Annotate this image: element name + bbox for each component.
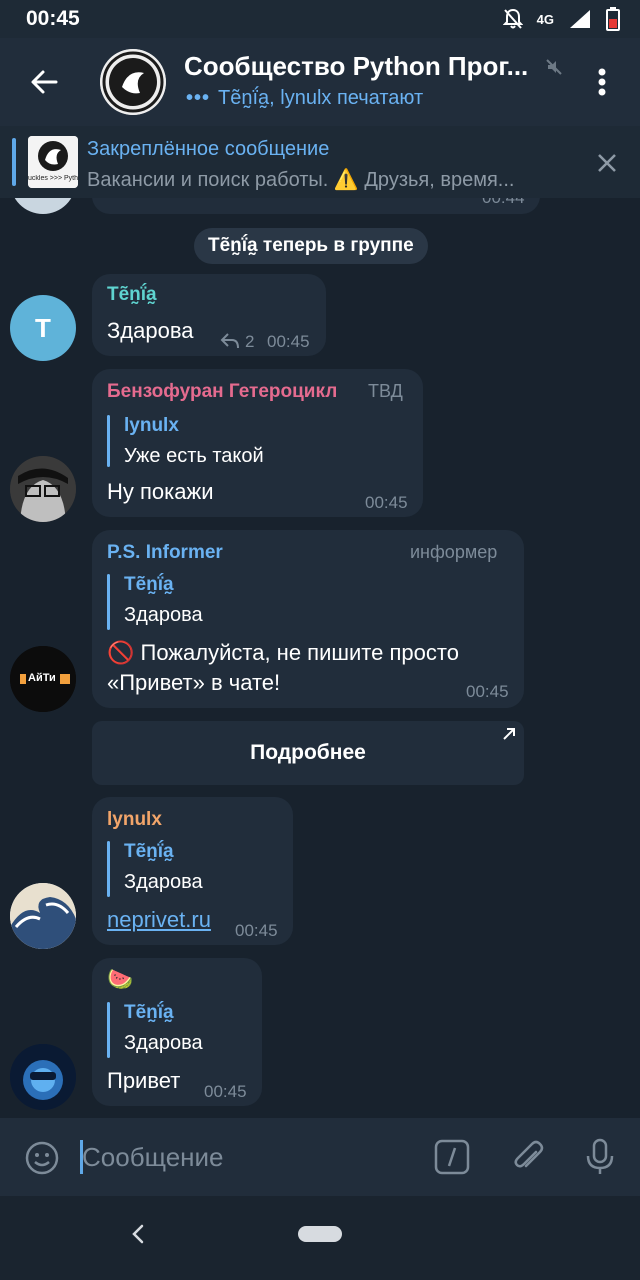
pinned-message[interactable]: uckles >>> Python Закреплённое сообщение… [0, 126, 640, 198]
message-composer [0, 1118, 640, 1196]
external-link-icon [503, 728, 515, 740]
reply-text[interactable]: Уже есть такой [124, 445, 264, 468]
message-text: Здарова [107, 318, 194, 343]
avatar[interactable] [10, 883, 76, 949]
message-text: Ну покажи [107, 479, 214, 504]
attach-icon[interactable] [510, 1138, 546, 1181]
sender-name[interactable]: lynulx [107, 809, 162, 831]
microphone-icon[interactable] [584, 1138, 616, 1181]
message-time: 00:45 [204, 1082, 247, 1101]
reply-indicator [107, 415, 110, 467]
reply-sender[interactable]: lynulx [124, 415, 179, 437]
pinned-indicator [12, 138, 16, 186]
nav-back-icon[interactable] [126, 1220, 150, 1253]
pinned-text: Вакансии и поиск работы. ⚠️ Друзья, врем… [87, 169, 515, 191]
status-icons: 4G [502, 6, 620, 32]
message-bubble[interactable]: P.S. Informer информер Tẽn̰ḯa̰ Здарова 🚫… [92, 530, 524, 708]
message-bubble[interactable]: Tẽn̰ḯa̰ Здарова 2 00:45 [92, 274, 326, 356]
system-navigation-bar [0, 1196, 640, 1280]
emoji-icon[interactable] [24, 1140, 60, 1181]
back-arrow-icon[interactable] [22, 60, 66, 104]
reply-indicator [107, 841, 110, 897]
reply-text[interactable]: Здарова [124, 604, 203, 627]
sender-name[interactable]: P.S. Informer [107, 542, 223, 564]
reply-text[interactable]: Здарова [124, 1032, 203, 1055]
nav-home-pill[interactable] [298, 1226, 342, 1242]
message-input[interactable] [82, 1138, 412, 1176]
member-title: ТВД [368, 381, 403, 401]
group-avatar[interactable] [100, 49, 166, 115]
bot-commands-icon[interactable] [434, 1139, 470, 1180]
notifications-off-icon [502, 8, 523, 29]
status-bar: 00:45 4G [0, 0, 640, 38]
message-bubble[interactable]: 00:44 [92, 198, 540, 214]
message-time: 00:45 [365, 493, 408, 512]
reply-count[interactable]: 2 [245, 332, 254, 352]
member-title: информер [410, 542, 498, 562]
message-text-line-1: 🚫 Пожалуйста, не пишите просто [107, 640, 459, 665]
message-time: 00:44 [482, 198, 525, 208]
reply-text[interactable]: Здарова [124, 871, 203, 894]
service-message: Tẽn̰ḯa̰ теперь в группе [194, 228, 428, 264]
message-list[interactable]: 00:44 Tẽn̰ḯa̰ теперь в группе T Tẽn̰ḯa̰ … [0, 198, 640, 1118]
sender-name[interactable]: 🍉 [107, 968, 133, 992]
battery-icon [606, 7, 620, 31]
more-info-button-label: Подробнее [250, 741, 366, 764]
message-time: 00:45 [267, 332, 310, 351]
chat-header: Сообщество Python Прог... ••• Tẽn̰ḯa̰, l… [0, 38, 640, 126]
muted-icon [545, 58, 563, 81]
sender-name[interactable]: Tẽn̰ḯa̰ [107, 284, 157, 306]
more-options-icon[interactable] [586, 60, 618, 104]
avatar[interactable]: T [10, 295, 76, 361]
message-bubble[interactable]: lynulx Tẽn̰ḯa̰ Здарова neprivet.ru 00:45 [92, 797, 293, 945]
reply-sender[interactable]: Tẽn̰ḯa̰ [124, 574, 174, 596]
avatar[interactable]: АйТи [10, 646, 76, 712]
avatar[interactable] [10, 1044, 76, 1110]
chat-title[interactable]: Сообщество Python Прог... [184, 51, 544, 82]
sender-name[interactable]: Бензофуран Гетероцикл [107, 381, 337, 403]
pinned-thumbnail: uckles >>> Python [28, 136, 78, 188]
pinned-title: Закреплённое сообщение [87, 138, 330, 160]
avatar[interactable] [10, 198, 76, 214]
avatar-initial: T [35, 312, 51, 343]
reply-icon [220, 333, 239, 349]
message-bubble[interactable]: Бензофуран Гетероцикл ТВД lynulx Уже ест… [92, 369, 423, 517]
message-text-line-2: «Привет» в чате! [107, 670, 281, 695]
pinned-thumbnail-caption: uckles >>> Python [28, 175, 78, 182]
avatar-label: АйТи [28, 672, 56, 684]
signal-icon [570, 10, 590, 28]
typing-status: ••• Tẽn̰ḯa̰, lynulx печатают [186, 87, 423, 110]
reply-sender[interactable]: Tẽn̰ḯa̰ [124, 841, 174, 863]
message-time: 00:45 [466, 682, 509, 701]
reply-indicator [107, 1002, 110, 1058]
message-text: Привет [107, 1068, 181, 1093]
message-bubble[interactable]: 🍉 Tẽn̰ḯa̰ Здарова Привет 00:45 [92, 958, 262, 1106]
network-type-label: 4G [536, 11, 554, 27]
typing-dots: ••• [186, 87, 211, 109]
avatar[interactable] [10, 456, 76, 522]
typing-text: Tẽn̰ḯa̰, lynulx печатают [218, 87, 424, 109]
reply-sender[interactable]: Tẽn̰ḯa̰ [124, 1002, 174, 1024]
reply-indicator [107, 574, 110, 630]
message-time: 00:45 [235, 921, 278, 940]
more-info-button[interactable]: Подробнее [92, 721, 524, 785]
message-link[interactable]: neprivet.ru [107, 905, 211, 935]
close-pinned-icon[interactable] [590, 148, 624, 178]
status-time: 00:45 [26, 7, 80, 30]
